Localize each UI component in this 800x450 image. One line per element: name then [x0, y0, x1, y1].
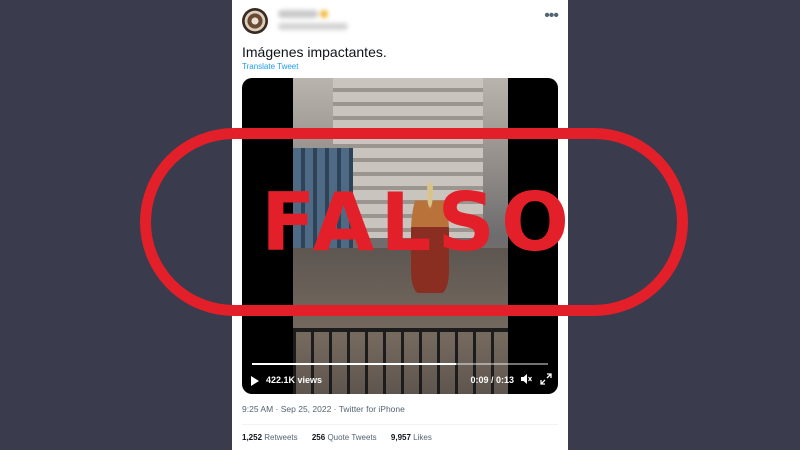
translate-tweet-link[interactable]: Translate Tweet [242, 62, 298, 71]
tweet-meta[interactable]: 9:25 AM · Sep 25, 2022 · Twitter for iPh… [242, 404, 405, 414]
play-icon[interactable] [251, 376, 259, 386]
tweet-text: Imágenes impactantes. [242, 44, 387, 60]
divider [242, 424, 558, 425]
video-controls: 422.1K views 0:09 / 0:13 [242, 370, 558, 392]
more-icon[interactable]: ••• [544, 8, 559, 24]
likes-stat[interactable]: 9,957 Likes [391, 433, 432, 442]
video-progress-fill [252, 363, 457, 365]
fullscreen-icon[interactable] [540, 373, 552, 385]
falso-stamp: FALSO [140, 128, 688, 316]
likes-label: Likes [413, 433, 432, 442]
retweets-count: 1,252 [242, 433, 263, 442]
video-progress-bar[interactable] [252, 363, 548, 365]
likes-count: 9,957 [390, 433, 411, 442]
falso-stamp-text: FALSO [261, 175, 575, 269]
tweet-stats: 1,252 Retweets 256 Quote Tweets 9,957 Li… [242, 433, 432, 442]
video-time: 0:09 / 0:13 [470, 375, 514, 385]
avatar[interactable] [242, 8, 268, 34]
quotes-count: 256 [311, 433, 326, 442]
blurred-username[interactable] [278, 23, 348, 30]
quotes-label: Quote Tweets [327, 433, 377, 442]
video-views: 422.1K views [266, 375, 323, 385]
verified-dot-icon [320, 10, 328, 18]
quotes-stat[interactable]: 256 Quote Tweets [312, 433, 377, 442]
volume-icon[interactable] [520, 373, 532, 385]
retweets-label: Retweets [264, 433, 298, 442]
blurred-display-name[interactable] [278, 10, 328, 18]
retweets-stat[interactable]: 1,252 Retweets [242, 433, 298, 442]
